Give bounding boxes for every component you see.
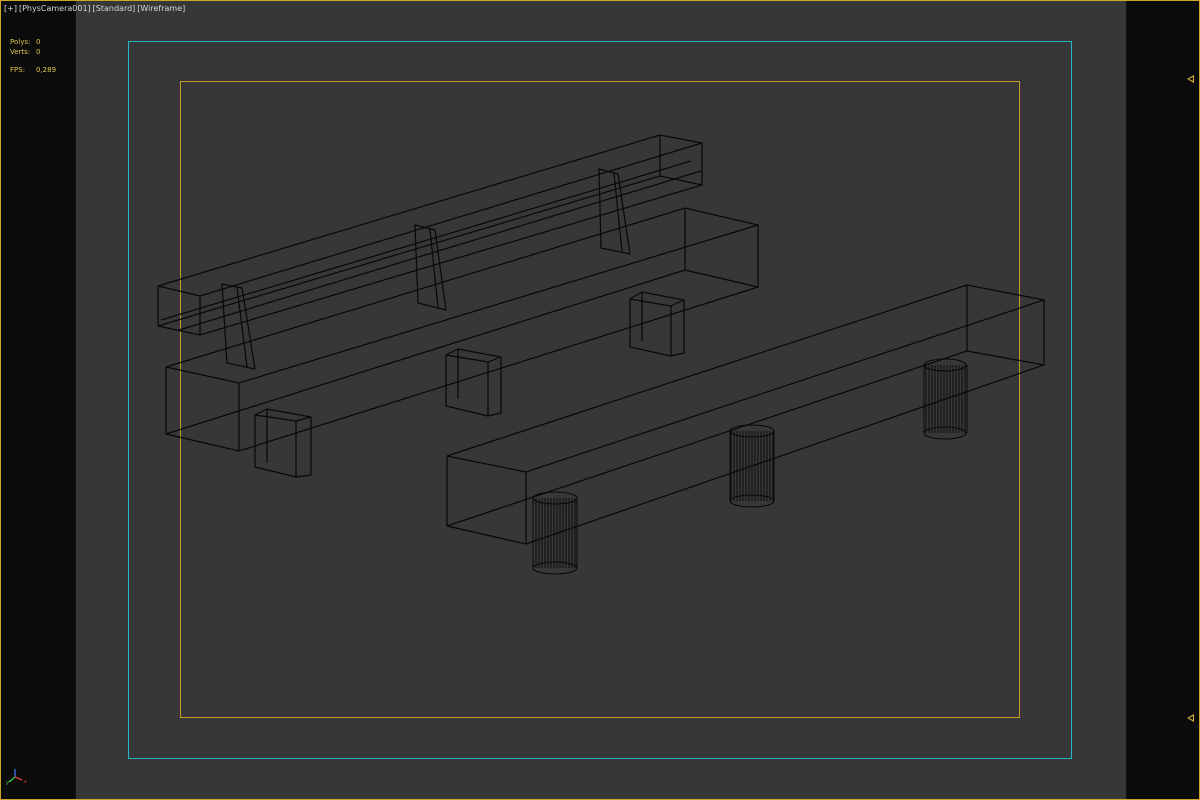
viewport-label-menu: [+] [PhysCamera001] [Standard] [Wirefram… bbox=[4, 4, 185, 14]
verts-value: 0 bbox=[36, 48, 41, 56]
axis-tripod-icon: x y bbox=[6, 769, 27, 785]
polys-label: Polys: bbox=[10, 38, 31, 46]
svg-text:y: y bbox=[6, 780, 9, 785]
polys-row: Polys: 0 bbox=[10, 37, 56, 47]
polys-value: 0 bbox=[36, 38, 41, 46]
frame-marker-triangle-icon bbox=[1187, 75, 1194, 83]
verts-label: Verts: bbox=[10, 48, 31, 56]
fps-label: FPS: bbox=[10, 66, 26, 74]
viewport-shading-menu[interactable]: [Wireframe] bbox=[137, 4, 185, 14]
viewport[interactable]: [+] [PhysCamera001] [Standard] [Wirefram… bbox=[0, 0, 1200, 800]
right-letterbox bbox=[1126, 1, 1199, 799]
statistics-overlay: Polys: 0 Verts: 0 FPS: 0,289 bbox=[10, 37, 56, 75]
svg-text:x: x bbox=[24, 779, 27, 785]
frame-marker-triangle-icon bbox=[1187, 714, 1194, 722]
fps-row: FPS: 0,289 bbox=[10, 65, 56, 75]
viewport-preset-menu[interactable]: [Standard] bbox=[93, 4, 136, 14]
fps-value: 0,289 bbox=[36, 66, 57, 74]
viewport-plus-menu[interactable]: [+] bbox=[4, 4, 17, 14]
render-area[interactable] bbox=[75, 1, 1127, 799]
verts-row: Verts: 0 bbox=[10, 47, 56, 57]
viewport-camera-menu[interactable]: [PhysCamera001] bbox=[19, 4, 91, 14]
left-letterbox bbox=[1, 1, 75, 799]
